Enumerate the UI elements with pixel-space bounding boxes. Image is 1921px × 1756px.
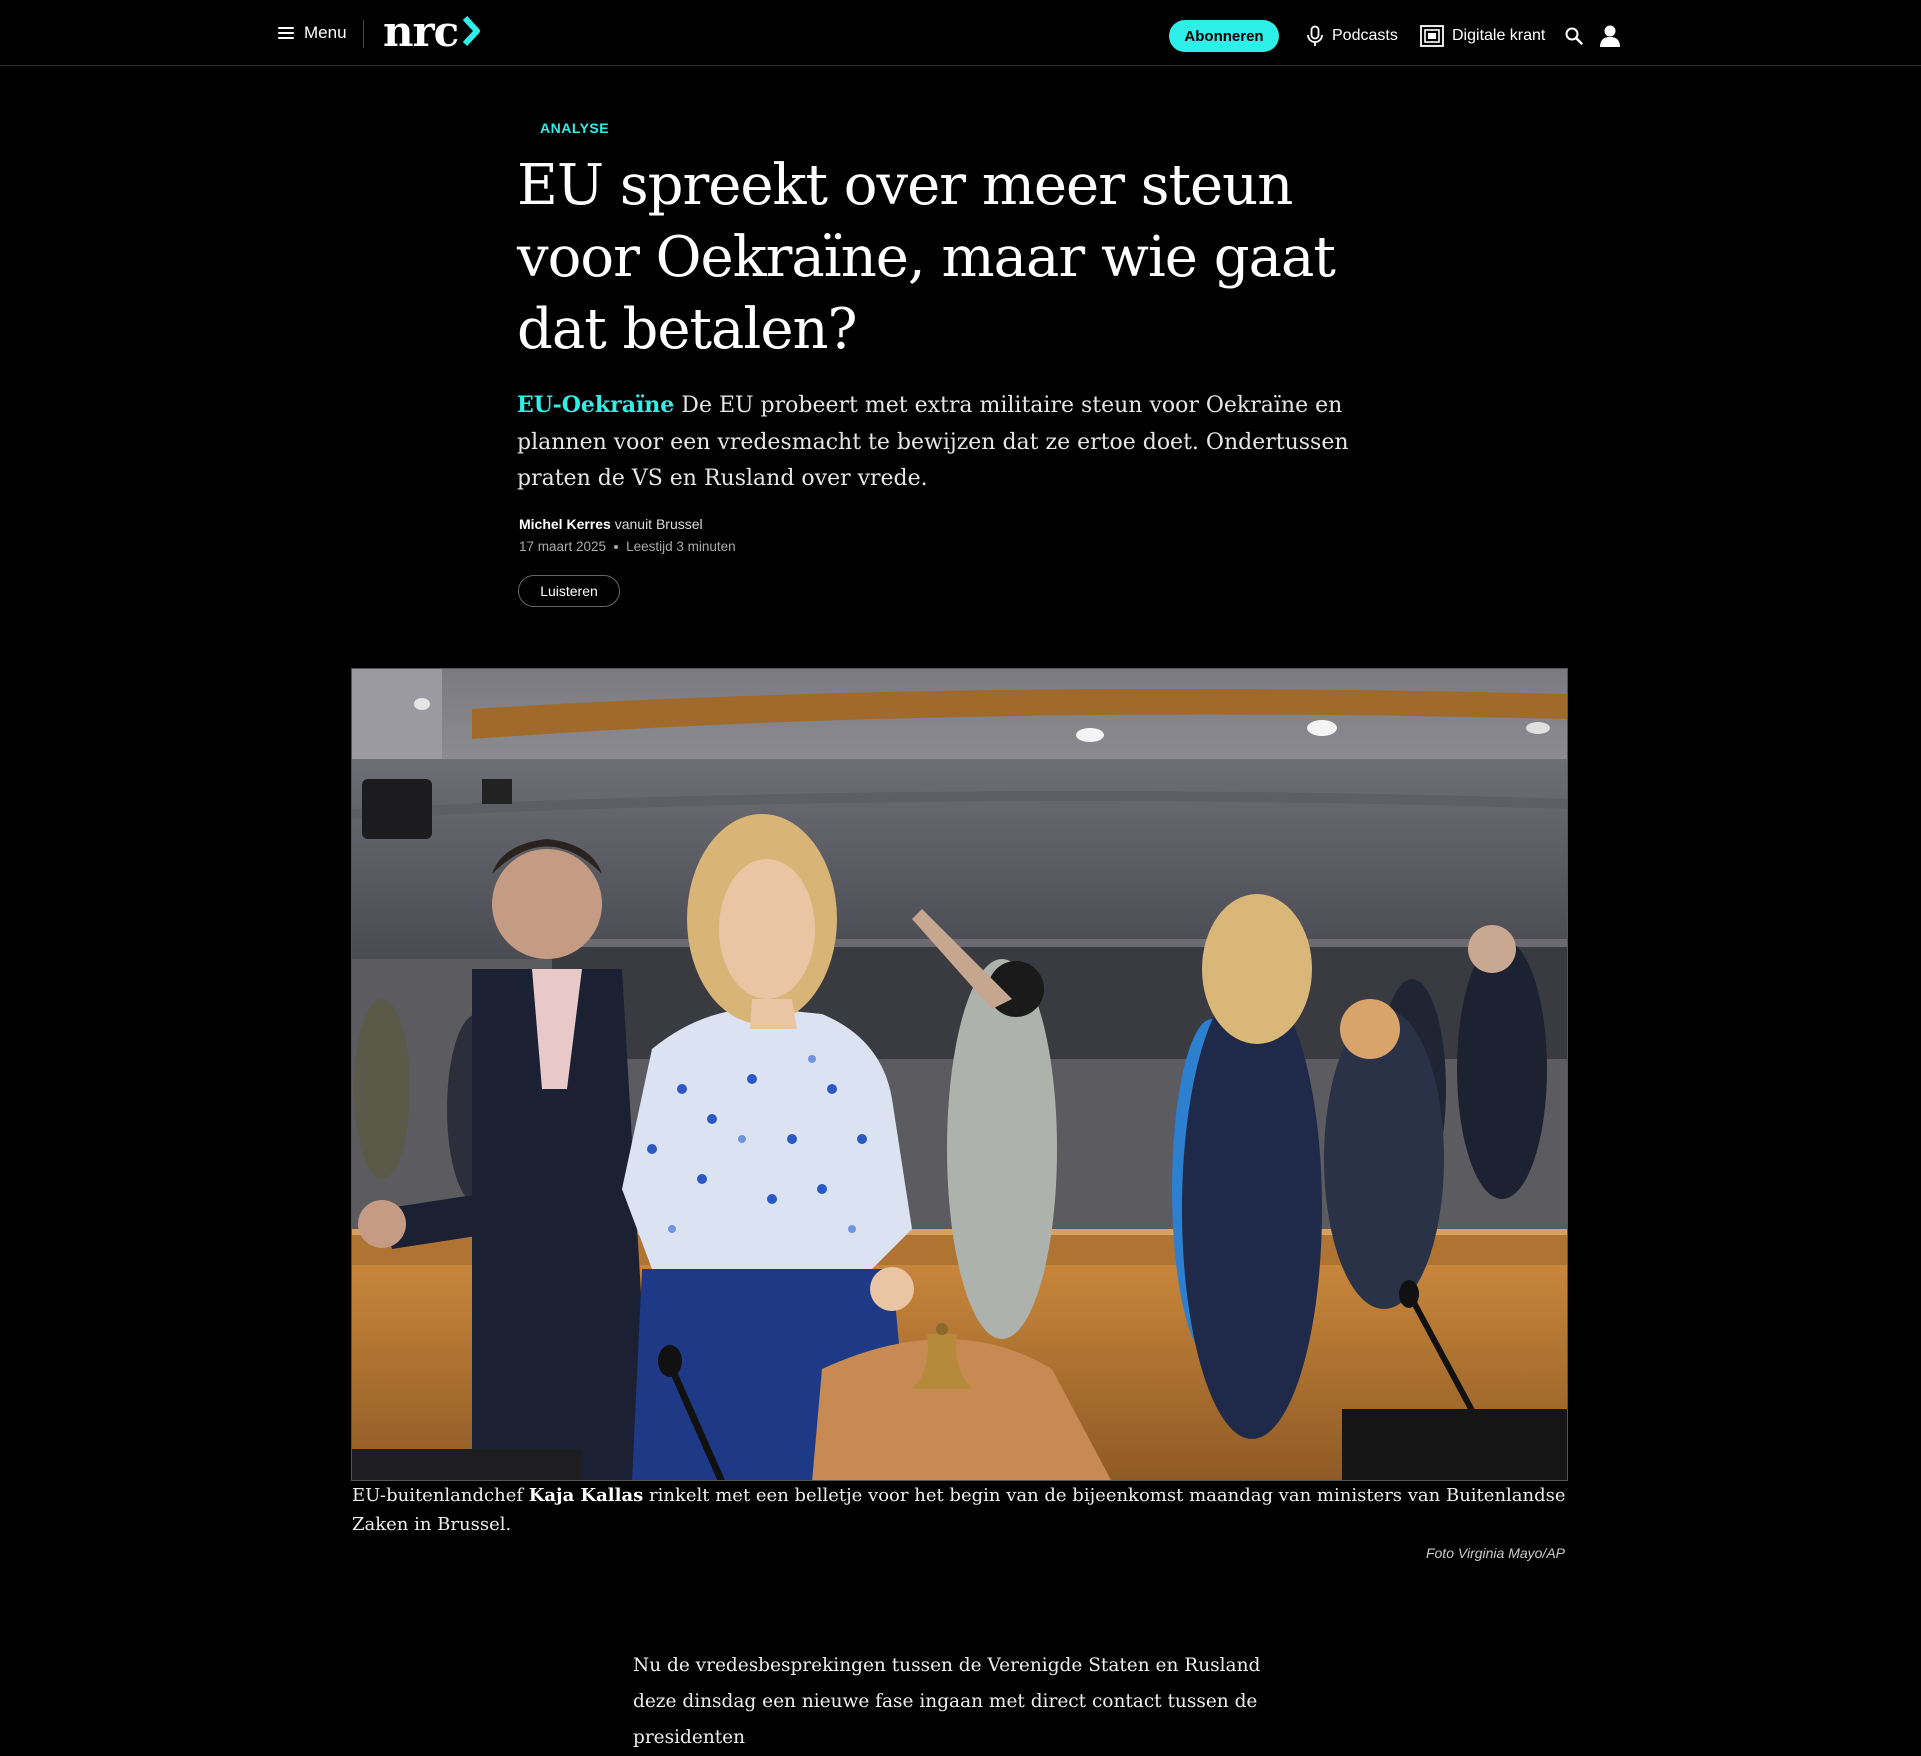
podcasts-label: Podcasts bbox=[1332, 27, 1398, 44]
listen-button[interactable]: Luisteren bbox=[518, 575, 620, 607]
reading-time: Leestijd 3 minuten bbox=[626, 539, 736, 554]
logo-text: nrc bbox=[383, 6, 459, 56]
digital-newspaper-link[interactable]: Digitale krant bbox=[1420, 22, 1545, 50]
caption-person-name: Kaja Kallas bbox=[528, 1485, 644, 1506]
photo-caption: EU-buitenlandchef Kaja Kallas rinkelt me… bbox=[352, 1481, 1572, 1539]
hamburger-icon bbox=[278, 27, 294, 39]
header-divider bbox=[363, 20, 364, 48]
article-body-paragraph: Nu de vredesbesprekingen tussen de Veren… bbox=[633, 1655, 1261, 1748]
caption-text-before: EU-buitenlandchef bbox=[352, 1485, 529, 1506]
search-button[interactable] bbox=[1561, 22, 1587, 50]
nrc-logo[interactable]: nrc bbox=[383, 6, 482, 56]
article-headline: EU spreekt over meer steun voor Oekraïne… bbox=[517, 153, 1336, 362]
microphone-icon bbox=[1307, 25, 1323, 46]
chevron-right-icon bbox=[463, 15, 481, 47]
publish-date: 17 maart 2025 bbox=[519, 539, 607, 554]
menu-label: Menu bbox=[304, 23, 347, 42]
podcasts-link[interactable]: Podcasts bbox=[1306, 22, 1398, 50]
byline: Michel Kerres vanuit Brussel bbox=[519, 516, 703, 532]
author-name[interactable]: Michel Kerres bbox=[519, 516, 611, 532]
photo-credit: Foto Virginia Mayo/AP bbox=[1425, 1545, 1565, 1561]
photo-illustration bbox=[352, 669, 1567, 1480]
meta-separator bbox=[614, 544, 619, 549]
digital-newspaper-label: Digitale krant bbox=[1452, 27, 1546, 44]
menu-button[interactable]: Menu bbox=[278, 20, 347, 46]
article-kicker: ANALYSE bbox=[540, 120, 610, 136]
article-photo bbox=[351, 668, 1568, 1481]
newspaper-icon bbox=[1420, 25, 1444, 47]
search-icon bbox=[1565, 27, 1583, 45]
lead-topic-tag[interactable]: EU-Oekraïne bbox=[517, 392, 674, 418]
author-location: vanuit Brussel bbox=[610, 516, 703, 532]
article-lead: EU-Oekraïne De EU probeert met extra mil… bbox=[517, 387, 1387, 498]
user-icon bbox=[1600, 25, 1620, 47]
account-button[interactable] bbox=[1597, 22, 1623, 50]
article-meta: 17 maart 2025 Leestijd 3 minuten bbox=[519, 539, 736, 554]
subscribe-button[interactable]: Abonneren bbox=[1169, 20, 1279, 52]
top-navigation-bar: Menu nrc Abonneren Podcasts Digitale kra… bbox=[0, 0, 1921, 66]
